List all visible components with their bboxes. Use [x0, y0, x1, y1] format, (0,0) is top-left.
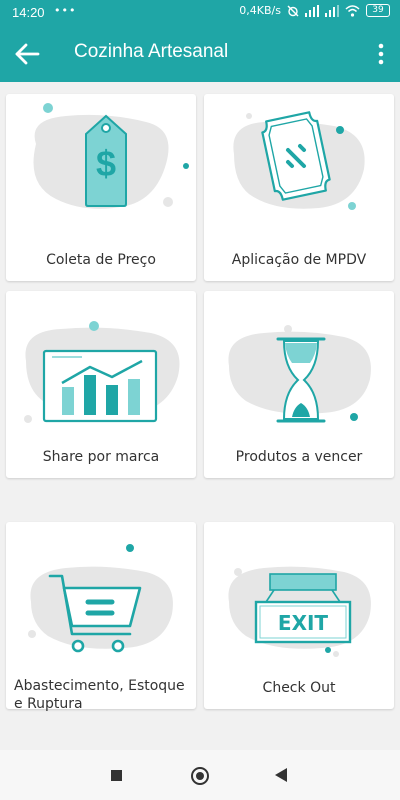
card-label: Produtos a vencer: [235, 449, 363, 465]
wifi-icon: [345, 4, 360, 17]
card-label: Coleta de Preço: [46, 252, 156, 268]
menu-grid: $ Coleta de Preço Aplicação de MPDV Shar…: [0, 82, 400, 750]
card-label: Abastecimento, Estoque e Ruptura: [14, 678, 185, 712]
system-nav-bar: [0, 750, 400, 800]
card-produtos-a-vencer[interactable]: Produtos a vencer: [204, 291, 394, 478]
bar-chart-icon: [24, 321, 180, 423]
card-share-por-marca[interactable]: Share por marca: [6, 291, 196, 478]
exit-sign-icon: EXIT: [228, 566, 371, 657]
status-icons: 0,4KB/s 39: [239, 4, 390, 17]
signal-icon-2: [325, 4, 339, 17]
page-title: Cozinha Artesanal: [74, 41, 229, 62]
alarm-off-icon: [287, 5, 299, 16]
home-button[interactable]: [191, 767, 209, 785]
card-check-out[interactable]: EXIT Check Out: [204, 522, 394, 709]
card-aplicacao-de-mpdv[interactable]: Aplicação de MPDV: [204, 94, 394, 281]
card-abastecimento-estoque-ruptura[interactable]: Abastecimento, Estoque e Ruptura: [6, 522, 196, 712]
recents-button[interactable]: [111, 770, 122, 781]
status-bar: 14:20 ••• 0,4KB/s 39: [0, 0, 400, 26]
hourglass-icon: [228, 325, 371, 423]
network-speed: 0,4KB/s: [239, 4, 281, 17]
more-vert-icon[interactable]: [376, 41, 386, 67]
signal-icon: [305, 4, 319, 17]
svg-text:$: $: [96, 143, 116, 184]
back-button[interactable]: [275, 768, 287, 782]
battery-icon: 39: [366, 4, 390, 17]
ticket-icon: [233, 111, 365, 210]
card-label: Aplicação de MPDV: [231, 252, 367, 268]
card-label: Share por marca: [42, 449, 160, 465]
shopping-cart-icon: [28, 544, 173, 653]
card-label: Check Out: [262, 680, 336, 696]
back-arrow-icon[interactable]: [12, 39, 42, 69]
price-tag-icon: $: [33, 103, 189, 209]
status-time: 14:20: [12, 5, 45, 20]
app-bar: Cozinha Artesanal: [0, 26, 400, 82]
status-notification-dots: •••: [54, 4, 77, 17]
card-coleta-de-preco[interactable]: $ Coleta de Preço: [6, 94, 196, 281]
exit-sign-text: EXIT: [278, 611, 329, 635]
